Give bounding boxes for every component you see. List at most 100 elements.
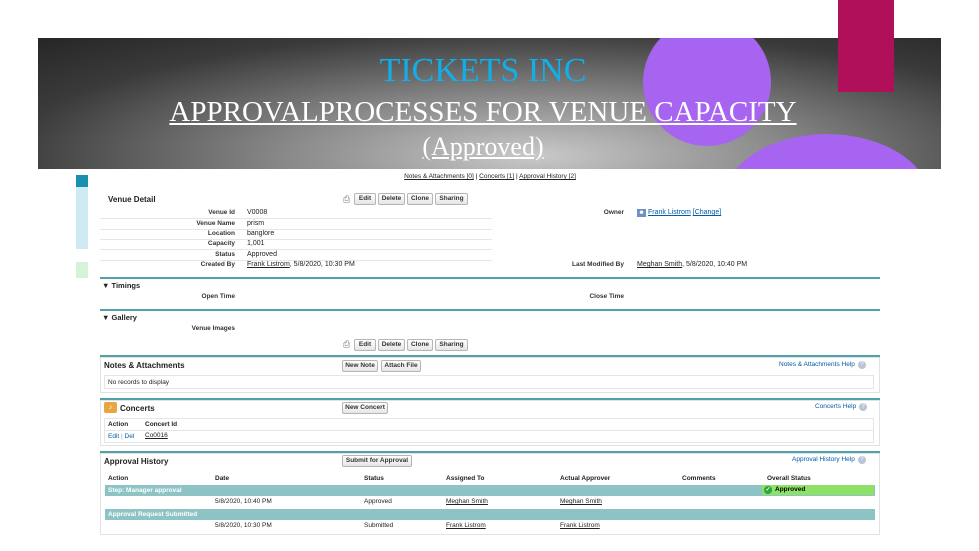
slide-title: TICKETS INC — [379, 52, 587, 89]
column-header: Overall Status — [767, 475, 811, 482]
approval-step-row: Approval Request Submitted — [105, 509, 875, 520]
accent-bar — [76, 262, 88, 278]
assigned-to-link[interactable]: Frank Listrom — [446, 522, 486, 529]
action-separator: | — [121, 433, 123, 440]
last-modified-link[interactable]: Meghan Smith — [637, 261, 682, 268]
slide-subtitle: APPROVALPROCESSES FOR VENUE CAPACITY — [169, 96, 797, 128]
accent-bar — [76, 175, 88, 187]
timings-section-toggle[interactable]: ▼ Timings — [102, 281, 140, 290]
section-divider — [100, 277, 880, 279]
notes-help-text: Notes & Attachments Help — [779, 361, 855, 368]
concerts-icon: ♪ — [104, 402, 117, 413]
owner-link[interactable]: Frank Listrom — [648, 209, 691, 216]
sharing-button-bottom[interactable]: Sharing — [435, 339, 468, 351]
column-header: Action — [108, 421, 129, 428]
edit-button[interactable]: Edit — [354, 193, 376, 205]
accent-bar — [76, 187, 88, 249]
owner-value: ☻ Frank Listrom [Change] — [637, 209, 721, 217]
divider — [100, 239, 492, 240]
column-header: Comments — [682, 475, 716, 482]
column-header: Actual Approver — [560, 475, 611, 482]
section-divider — [100, 309, 880, 311]
actual-approver-link[interactable]: Meghan Smith — [560, 498, 602, 505]
help-icon: ? — [857, 361, 866, 369]
help-icon: ? — [859, 403, 868, 411]
venue-id-value: V0008 — [247, 209, 268, 216]
notes-help-link[interactable]: Notes & Attachments Help? — [779, 361, 866, 369]
owner-label: Owner — [603, 209, 624, 216]
delete-button[interactable]: Delete — [378, 193, 405, 205]
capacity-label: Capacity — [207, 240, 235, 247]
created-by-value: Frank Listrom, 5/8/2020, 10:30 PM — [247, 261, 355, 268]
approval-status: Approved — [364, 498, 392, 505]
open-time-label: Open Time — [201, 293, 235, 300]
venue-images-label: Venue Images — [191, 325, 235, 332]
timings-header: Timings — [111, 281, 141, 290]
assigned-to-link[interactable]: Meghan Smith — [446, 498, 488, 505]
divider — [100, 260, 492, 261]
notes-empty-box — [104, 375, 874, 389]
last-modified-date: , 5/8/2020, 10:40 PM — [682, 261, 748, 268]
approval-help-text: Approval History Help — [792, 456, 855, 463]
submit-for-approval-button[interactable]: Submit for Approval — [342, 455, 412, 467]
created-by-link[interactable]: Frank Listrom — [247, 261, 290, 268]
column-header: Concert Id — [145, 421, 178, 428]
slide-status-line: (Approved) — [422, 132, 544, 161]
new-note-button[interactable]: New Note — [342, 360, 378, 372]
column-header: Status — [364, 475, 384, 482]
collapse-triangle-icon: ▼ — [102, 313, 110, 322]
owner-change-link[interactable]: [Change] — [693, 209, 721, 216]
approval-date: 5/8/2020, 10:30 PM — [215, 522, 272, 529]
divider — [100, 249, 492, 250]
column-header: Assigned To — [446, 475, 485, 482]
column-header: Date — [215, 475, 230, 482]
status-label: Status — [215, 251, 235, 258]
concerts-help-link[interactable]: Concerts Help? — [815, 403, 868, 411]
concerts-header: Concerts — [120, 404, 155, 413]
overall-status-badge: ✓ Approved — [762, 485, 874, 495]
link-notes-attachments[interactable]: Notes & Attachments [0] — [404, 173, 474, 180]
location-label: Location — [207, 230, 235, 237]
created-by-date: , 5/8/2020, 10:30 PM — [289, 261, 355, 268]
concert-edit-link[interactable]: Edit — [108, 433, 119, 440]
divider — [100, 218, 492, 219]
last-modified-label: Last Modified By — [571, 261, 624, 268]
approval-status: Submitted — [364, 522, 394, 529]
gallery-header: Gallery — [111, 313, 137, 322]
link-approval-history[interactable]: Approval History [2] — [519, 173, 576, 180]
edit-button-bottom[interactable]: Edit — [354, 339, 376, 351]
approval-header: Approval History — [104, 457, 169, 466]
collapse-triangle-icon: ▼ — [102, 281, 110, 290]
new-concert-button[interactable]: New Concert — [342, 402, 388, 414]
sharing-button[interactable]: Sharing — [435, 193, 468, 205]
clone-button-bottom[interactable]: Clone — [407, 339, 433, 351]
notes-header: Notes & Attachments — [104, 361, 185, 370]
user-icon: ☻ — [637, 209, 646, 217]
approval-date: 5/8/2020, 10:40 PM — [215, 498, 272, 505]
concert-row-actions: Edit | Del — [108, 433, 134, 440]
venue-name-label: Venue Name — [196, 220, 235, 227]
delete-button-bottom[interactable]: Delete — [378, 339, 405, 351]
clone-button[interactable]: Clone — [407, 193, 433, 205]
checkmark-icon: ✓ — [764, 486, 772, 494]
printer-icon[interactable]: ⎙ — [343, 194, 350, 205]
gallery-section-toggle[interactable]: ▼ Gallery — [102, 313, 137, 322]
link-concerts[interactable]: Concerts [1] — [479, 173, 514, 180]
related-list-links: Notes & Attachments [0] | Concerts [1] |… — [360, 173, 620, 180]
approval-step-row: Step: Manager approval — [105, 485, 759, 496]
divider — [100, 229, 492, 230]
location-value: banglore — [247, 230, 275, 237]
divider — [104, 430, 874, 431]
concert-id-link[interactable]: Co0016 — [145, 432, 168, 439]
last-modified-value: Meghan Smith, 5/8/2020, 10:40 PM — [637, 261, 747, 268]
column-header: Action — [108, 475, 129, 482]
venue-name-value: prism — [247, 220, 265, 227]
actual-approver-link[interactable]: Frank Listrom — [560, 522, 600, 529]
slide-banner: TICKETS INC APPROVALPROCESSES FOR VENUE … — [38, 38, 941, 169]
approval-help-link[interactable]: Approval History Help? — [792, 456, 866, 464]
printer-icon[interactable]: ⎙ — [343, 339, 350, 350]
venue-detail-header: Venue Detail — [108, 195, 156, 204]
concert-del-link[interactable]: Del — [125, 433, 135, 440]
attach-file-button[interactable]: Attach File — [381, 360, 421, 372]
overall-status-text: Approved — [775, 486, 806, 493]
